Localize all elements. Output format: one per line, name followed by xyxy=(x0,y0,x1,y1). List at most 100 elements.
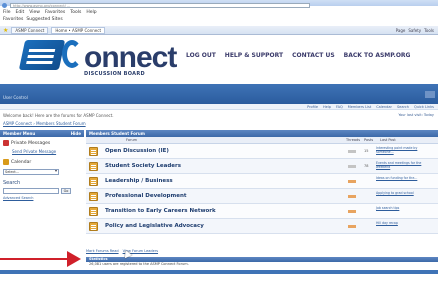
calendar-row[interactable]: Calendar xyxy=(0,156,84,168)
forum-status-icon xyxy=(348,165,356,168)
sidebar-title: Member Menu xyxy=(3,131,36,136)
menu-help[interactable]: Help xyxy=(86,10,96,17)
safety-menu[interactable]: Safety xyxy=(408,28,421,33)
favorites-bar: Favorites Suggested Sites xyxy=(0,17,63,24)
forum-rows: Open Discussion (IE) 15 Interesting point … xyxy=(86,144,438,234)
favorites-star-icon[interactable]: ★ xyxy=(3,27,8,34)
nav-profile[interactable]: Profile xyxy=(307,105,318,109)
advanced-search-link[interactable]: Advanced Search xyxy=(0,194,84,202)
private-messages-row[interactable]: Private Messages xyxy=(0,137,84,149)
menu-tools[interactable]: Tools xyxy=(70,10,81,17)
tab-connect[interactable]: ASMP Connect xyxy=(11,26,49,34)
menu-edit[interactable]: Edit xyxy=(16,10,25,17)
envelope-icon xyxy=(3,140,9,146)
logo-wordmark: onnect xyxy=(84,41,177,74)
calendar-label: Calendar xyxy=(11,159,32,165)
forum-last-post[interactable]: Interesting point made by someone... xyxy=(376,146,434,154)
forum-row[interactable]: Policy and Legislative Advocacy Hill day … xyxy=(86,219,438,234)
forum-list: Members Student Forum Forum Last Post Th… xyxy=(86,130,438,266)
statistics-text: 26,081 users are registered to the ASMP … xyxy=(89,262,189,266)
forum-last-post[interactable]: Applying to grad school xyxy=(376,191,434,195)
forum-title[interactable]: Student Society Leaders xyxy=(105,163,181,169)
forum-folder-icon xyxy=(89,192,98,201)
send-pm-link[interactable]: Send Private Message xyxy=(0,149,84,156)
forum-row[interactable]: Student Society Leaders 78 Events and meet… xyxy=(86,159,438,174)
forum-folder-icon xyxy=(89,162,98,171)
forum-count: 15 xyxy=(364,149,369,153)
logout-link[interactable]: LOG OUT xyxy=(186,52,216,59)
col-forum: Forum xyxy=(126,138,138,142)
menu-file[interactable]: File xyxy=(3,10,11,17)
page-menu[interactable]: Page xyxy=(396,28,406,33)
calendar-icon xyxy=(3,159,9,165)
nav-quick-links[interactable]: Quick Links xyxy=(414,105,434,109)
col-threads: Threads xyxy=(346,138,361,142)
breadcrumb[interactable]: ASMP Connect › Members Student Forum xyxy=(3,121,86,126)
logo-c-icon xyxy=(62,40,82,68)
col-last-post: Last Post xyxy=(380,138,396,142)
tab-home[interactable]: Home • ASMP Connect xyxy=(51,26,106,34)
forum-row[interactable]: Open Discussion (IE) 15 Interesting point … xyxy=(86,144,438,159)
suggested-sites-link[interactable]: Suggested Sites xyxy=(26,17,62,24)
forum-folder-icon xyxy=(89,222,98,231)
forum-title[interactable]: Policy and Legislative Advocacy xyxy=(105,223,204,229)
forum-last-post[interactable]: Job search tips xyxy=(376,206,434,210)
forum-last-post[interactable]: Ideas on funding for the... xyxy=(376,176,434,180)
private-messages-label: Private Messages xyxy=(11,140,51,146)
forum-last-post[interactable]: Hill day recap xyxy=(376,221,434,225)
tab-bar: ★ ASMP Connect Home • ASMP Connect xyxy=(0,26,438,35)
forum-count: 78 xyxy=(364,164,369,168)
forum-title[interactable]: Open Discussion (IE) xyxy=(105,148,169,154)
sidebar-hide-link[interactable]: Hide xyxy=(71,131,81,136)
menu-view[interactable]: View xyxy=(29,10,40,17)
forum-nav-bar: Profile Help FAQ Members List Calendar S… xyxy=(0,104,438,110)
annotation-arrow-line xyxy=(0,258,70,260)
forum-title[interactable]: Transition to Early Careers Network xyxy=(105,208,216,214)
forum-row[interactable]: Leadership / Business Ideas on funding fo… xyxy=(86,174,438,189)
forum-title[interactable]: Professional Development xyxy=(105,193,187,199)
menu-favorites[interactable]: Favorites xyxy=(45,10,65,17)
nav-members[interactable]: Members List xyxy=(348,105,371,109)
sidebar: Member Menu Hide Private Messages Send P… xyxy=(0,130,84,245)
col-posts: Posts xyxy=(364,138,374,142)
forum-row[interactable]: Professional Development Applying to grad… xyxy=(86,189,438,204)
url-input[interactable]: http://www.asmp.org/connect/ ... xyxy=(10,3,310,8)
annotation-arrow-icon xyxy=(67,251,81,267)
contact-us-link[interactable]: CONTACT US xyxy=(292,52,335,59)
connect-logo-icon xyxy=(18,40,66,70)
forum-row[interactable]: Transition to Early Careers Network Job s… xyxy=(86,204,438,219)
forum-status-icon xyxy=(348,225,356,228)
browser-menu: File Edit View Favorites Tools Help xyxy=(0,10,97,17)
mark-forums-read-link[interactable]: Mark Forums Read xyxy=(86,249,119,255)
search-input[interactable] xyxy=(3,188,59,194)
forum-status-icon xyxy=(348,210,356,213)
logo-subtitle: DISCUSSION BOARD xyxy=(84,71,145,77)
forum-actions: Mark Forums Read View Forum Leaders xyxy=(86,249,246,255)
sidebar-header: Member Menu Hide xyxy=(0,130,84,137)
forum-title[interactable]: Leadership / Business xyxy=(105,178,173,184)
search-label: Search xyxy=(3,180,21,186)
last-visit-text: Your last visit: Today xyxy=(398,113,434,117)
back-icon[interactable] xyxy=(2,3,7,8)
user-control-label[interactable]: User Control xyxy=(3,95,28,100)
forum-folder-icon xyxy=(89,207,98,216)
favorites-link[interactable]: Favorites xyxy=(3,17,23,24)
calendar-select[interactable]: Select... xyxy=(3,169,59,175)
nav-calendar[interactable]: Calendar xyxy=(376,105,392,109)
search-go-button[interactable]: Go xyxy=(61,188,71,194)
forum-status-icon xyxy=(348,150,356,153)
forum-status-icon xyxy=(348,195,356,198)
help-support-link[interactable]: HELP & SUPPORT xyxy=(225,52,283,59)
nav-faq[interactable]: FAQ xyxy=(336,105,343,109)
forum-last-post[interactable]: Events and meetings for the weekend xyxy=(376,161,434,169)
forum-status-icon xyxy=(348,180,356,183)
site-header: onnect DISCUSSION BOARD LOG OUT HELP & S… xyxy=(0,36,438,80)
back-to-asmp-link[interactable]: BACK TO ASMP.ORG xyxy=(344,52,411,59)
nav-help[interactable]: Help xyxy=(323,105,331,109)
welcome-text: Welcome back! Here are the forums for AS… xyxy=(3,113,114,118)
forum-folder-icon xyxy=(89,177,98,186)
tools-menu[interactable]: Tools xyxy=(424,28,434,33)
top-nav: LOG OUT HELP & SUPPORT CONTACT US BACK T… xyxy=(186,52,410,59)
collapse-icon[interactable] xyxy=(425,91,435,98)
nav-search[interactable]: Search xyxy=(397,105,409,109)
